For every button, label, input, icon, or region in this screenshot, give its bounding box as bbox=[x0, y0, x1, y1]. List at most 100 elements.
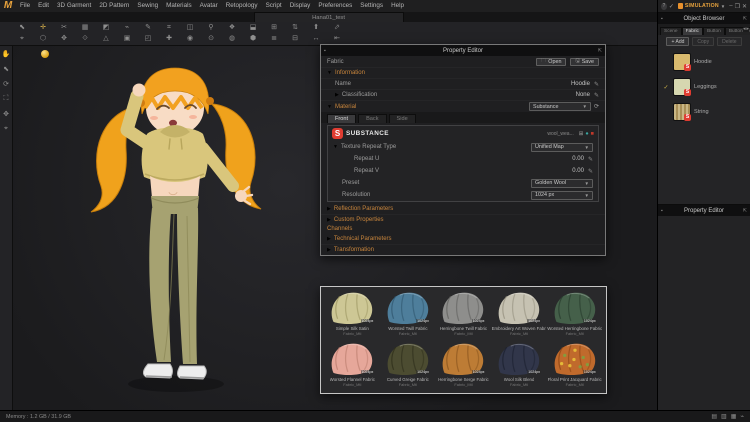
material-tab-back[interactable]: Back bbox=[358, 114, 387, 123]
pin-icon[interactable]: ⇱ bbox=[598, 48, 602, 54]
menu-2d-pattern[interactable]: 2D Pattern bbox=[95, 0, 133, 12]
fabric-list-item-string[interactable]: S String bbox=[662, 101, 746, 123]
layout-single-icon[interactable]: ▤ bbox=[711, 413, 717, 420]
restore-icon[interactable]: ❐ bbox=[735, 3, 740, 10]
tab-scroll-right-icon[interactable]: ▸ bbox=[746, 26, 749, 32]
select-tool-icon[interactable]: ⬉ bbox=[16, 22, 28, 33]
menu-display[interactable]: Display bbox=[286, 0, 315, 12]
help-icon[interactable]: ? bbox=[661, 2, 667, 10]
tab-scene[interactable]: Scene bbox=[660, 27, 682, 35]
sphere-tool-icon[interactable]: ◍ bbox=[226, 33, 238, 44]
hexagon-tool-icon[interactable]: ⬡ bbox=[37, 33, 49, 44]
layout-tool-icon[interactable]: ❖ bbox=[226, 22, 238, 33]
information-section-header[interactable]: ▼ Information bbox=[321, 67, 605, 78]
link-status-icon[interactable]: ● bbox=[585, 131, 588, 137]
swap-tool-icon[interactable]: ⇅ bbox=[289, 22, 301, 33]
add-tool-icon[interactable]: ✚ bbox=[163, 33, 175, 44]
fabric-swatch[interactable]: 1024px Worsted Flannel Fabric Fabric_Mtl bbox=[325, 341, 380, 391]
menu-script[interactable]: Script bbox=[262, 0, 286, 12]
hex-fill-tool-icon[interactable]: ⬢ bbox=[247, 33, 259, 44]
menu-preferences[interactable]: Preferences bbox=[314, 0, 356, 12]
frame-tool-icon[interactable]: ◰ bbox=[142, 33, 154, 44]
dock-icon[interactable]: ▪ bbox=[324, 48, 326, 54]
material-section-header[interactable]: ▼ Material Substance ▼ ⟳ bbox=[321, 100, 605, 112]
fabric-swatch[interactable]: 1024px Embroidery Art Woven Fabric Fabric_… bbox=[492, 290, 546, 340]
menu-help[interactable]: Help bbox=[387, 0, 408, 12]
fabric-swatch[interactable]: 1024px Worsted Twill Fabric Fabric_Mtl bbox=[381, 290, 436, 340]
select-arrow-icon[interactable]: ⬉ bbox=[3, 65, 9, 73]
avatar-3d[interactable] bbox=[41, 46, 321, 406]
open-button[interactable]: 🗀 Open bbox=[536, 57, 567, 66]
layout-split-icon[interactable]: ▥ bbox=[721, 413, 727, 420]
minimize-icon[interactable]: – bbox=[729, 3, 732, 9]
menu-materials[interactable]: Materials bbox=[162, 0, 196, 12]
mode-selector[interactable]: SIMULATION bbox=[685, 3, 719, 9]
end-tool-icon[interactable]: ⇤ bbox=[331, 33, 343, 44]
copy-button[interactable]: Copy bbox=[692, 37, 715, 46]
menu-retopology[interactable]: Retopology bbox=[222, 0, 262, 12]
repeat-type-dropdown[interactable]: Unified Map ▼ bbox=[531, 142, 593, 152]
pin-icon[interactable]: ⇱ bbox=[743, 208, 747, 214]
chevron-down-icon[interactable]: ▼ bbox=[721, 4, 725, 9]
remove-substance-icon[interactable]: ■ bbox=[591, 131, 594, 137]
flip-tool-icon[interactable]: ⬀ bbox=[331, 22, 343, 33]
channels-section-header[interactable]: Channels bbox=[321, 224, 605, 234]
gizmo-tool-icon[interactable]: ✥ bbox=[58, 33, 70, 44]
menu-3d-garment[interactable]: 3D Garment bbox=[53, 0, 95, 12]
edit-pencil-icon[interactable]: ✎ bbox=[594, 81, 599, 88]
texture-grid-icon[interactable]: ⊞ bbox=[579, 131, 584, 137]
menu-avatar[interactable]: Avatar bbox=[196, 0, 222, 12]
arrange-tool-icon[interactable]: ⬆ bbox=[310, 22, 322, 33]
section-technical-parameters[interactable]: ▶ Technical Parameters bbox=[321, 234, 605, 244]
board-tool-icon[interactable]: ▣ bbox=[121, 33, 133, 44]
dock-icon[interactable]: ▪ bbox=[661, 16, 663, 22]
document-tab[interactable]: Hana01_test bbox=[253, 12, 404, 22]
preset-dropdown[interactable]: Golden Wool ▼ bbox=[531, 178, 593, 188]
check-icon[interactable]: ✓ bbox=[669, 3, 674, 10]
fabric-swatch[interactable]: 1024px Herringbone Twill Fabric Fabric_Mtl bbox=[436, 290, 491, 340]
tab-scroll-left-icon[interactable]: ◂ bbox=[743, 26, 746, 32]
property-editor-titlebar[interactable]: ▪ Property Editor ⇱ bbox=[321, 45, 605, 56]
fabric-swatch[interactable]: 1024px Simple Silk Satin Fabric_Mtl bbox=[325, 290, 380, 340]
mirror-tool-icon[interactable]: ⬓ bbox=[247, 22, 259, 33]
refresh-icon[interactable]: ⟳ bbox=[594, 103, 599, 110]
pin-icon[interactable]: ⇱ bbox=[743, 16, 747, 22]
sidebar-property-editor-titlebar[interactable]: ▪ Property Editor ⇱ bbox=[658, 205, 750, 216]
pin-tool-icon[interactable]: ◩ bbox=[100, 22, 112, 33]
fabric-swatch[interactable]: 1024px Herringbone Serge Fabric Fabric_Mtl bbox=[436, 341, 491, 391]
rotate-view-icon[interactable]: ⟳ bbox=[3, 80, 9, 88]
close-icon[interactable]: ✕ bbox=[742, 3, 747, 10]
move-all-icon[interactable]: ✥ bbox=[3, 110, 9, 118]
tab-fabric[interactable]: Fabric bbox=[681, 27, 703, 35]
diamond-tool-icon[interactable]: ⟐ bbox=[79, 33, 91, 44]
layout-grid-icon[interactable]: ▦ bbox=[731, 413, 737, 420]
pattern-grid-icon[interactable]: ▦ bbox=[79, 22, 91, 33]
eye-tool-icon[interactable]: ⊙ bbox=[205, 33, 217, 44]
resolution-dropdown[interactable]: 1024 px ▼ bbox=[531, 190, 593, 200]
target-tool-icon[interactable]: ⌖ bbox=[16, 33, 28, 44]
texture-repeat-row[interactable]: ▼ Texture Repeat Type Unified Map ▼ bbox=[328, 141, 598, 153]
section-reflection-parameters[interactable]: ▶ Reflection Parameters bbox=[321, 204, 605, 214]
sync-tool-icon[interactable]: ⊞ bbox=[268, 22, 280, 33]
classification-row[interactable]: ▶ Classification None ✎ bbox=[321, 89, 605, 100]
pan-hand-icon[interactable]: ✋ bbox=[2, 50, 11, 58]
measure-tool-icon[interactable]: ⌗ bbox=[163, 22, 175, 33]
menu-file[interactable]: File bbox=[16, 0, 34, 12]
move-tool-icon[interactable]: ✛ bbox=[37, 22, 49, 33]
plugin-icon[interactable]: ⌁ bbox=[740, 413, 744, 420]
object-browser-titlebar[interactable]: ▪ Object Browser ⇱ bbox=[658, 13, 750, 24]
edit-pencil-icon[interactable]: ✎ bbox=[588, 168, 593, 175]
fabric-list-item-hoodie[interactable]: S Hoodie bbox=[662, 51, 746, 73]
section-custom-properties[interactable]: ▶ Custom Properties bbox=[321, 214, 605, 224]
edit-pencil-icon[interactable]: ✎ bbox=[594, 92, 599, 99]
focus-target-icon[interactable]: ⌖ bbox=[4, 125, 8, 133]
panel-tool-icon[interactable]: ◫ bbox=[184, 22, 196, 33]
fabric-swatch[interactable]: 1024px Worsted Herringbone Fabric Fabric_M… bbox=[547, 290, 602, 340]
frame-view-icon[interactable]: ⛶ bbox=[4, 95, 9, 103]
collapse-tool-icon[interactable]: ⊟ bbox=[289, 33, 301, 44]
dock-icon[interactable]: ▪ bbox=[661, 208, 663, 214]
save-button[interactable]: 🖫 Save bbox=[570, 57, 599, 66]
sewing-tool-icon[interactable]: ⌁ bbox=[121, 22, 133, 33]
menu-sewing[interactable]: Sewing bbox=[133, 0, 162, 12]
fabric-swatch[interactable]: 1024px Curved Greige Fabric Fabric_Mtl bbox=[381, 341, 436, 391]
